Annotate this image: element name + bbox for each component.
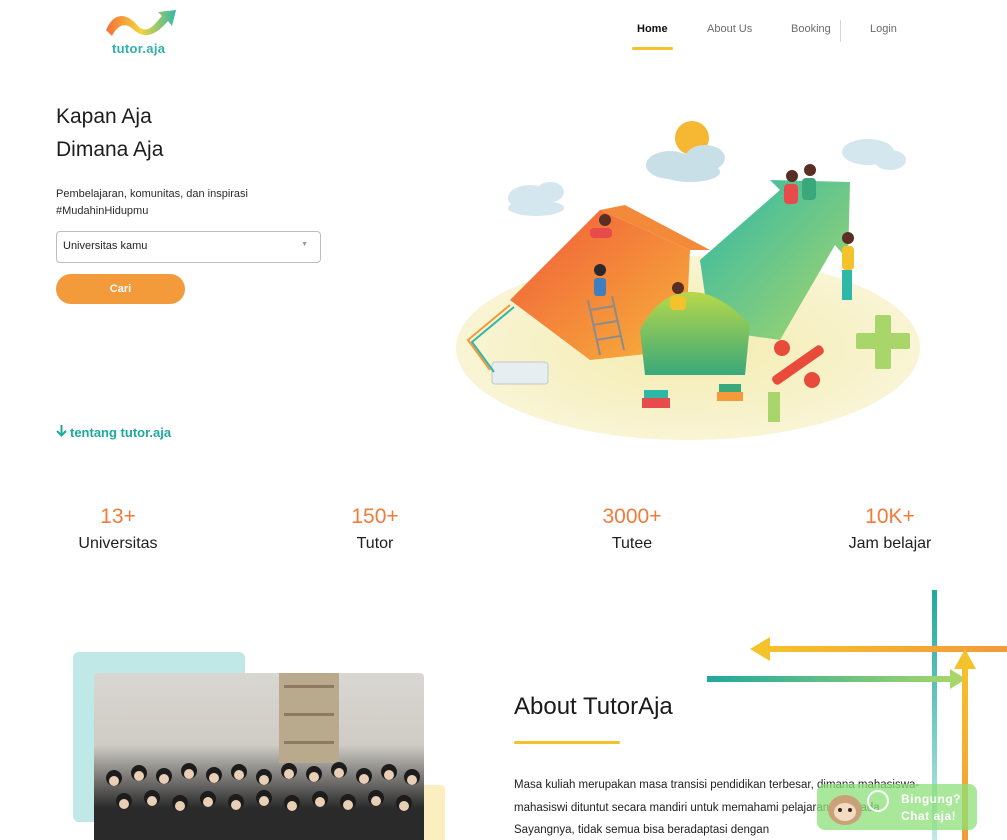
stat-value: 150+ [351,505,399,528]
nav-active-indicator [632,47,673,50]
nav-about-us[interactable]: About Us [707,23,752,35]
university-select-value: Universitas kamu [63,240,148,252]
projector [491,361,549,385]
brand-logo[interactable]: tutor.aja [104,8,180,58]
about-link-label: tentang tutor.aja [70,425,172,440]
chat-whatsapp-button[interactable]: Bingung? Chat aja! [817,784,977,830]
brand-name: tutor.aja [112,41,166,56]
stat-value: 13+ [100,505,136,528]
stat-value: 10K+ [865,505,915,528]
stat-universitas: 13+ Universitas [28,505,208,553]
hero-subtitle-line2: #MudahinHidupmu [56,205,149,217]
logo-arrow-icon [106,10,176,36]
sloth-mascot-icon [828,795,862,825]
stat-label: Jam belajar [848,535,932,552]
nav-login[interactable]: Login [870,23,897,35]
hero-subtitle-line1: Pembelajaran, komunitas, dan inspirasi [56,188,248,200]
hero-illustration [450,110,930,450]
chevron-down-icon: ▼ [301,241,308,248]
about-title-underline [514,741,620,744]
team-photo [94,673,424,840]
hero-title-line1: Kapan Aja [56,105,152,128]
search-button[interactable]: Cari [56,274,185,304]
whatsapp-icon [867,790,889,812]
stat-value: 3000+ [602,505,662,528]
stat-tutor: 150+ Tutor [285,505,465,553]
university-select[interactable]: Universitas kamu ▼ [56,231,321,263]
about-title: About TutorAja [514,693,673,720]
stat-label: Tutor [356,535,394,552]
stat-jam-belajar: 10K+ Jam belajar [800,505,980,553]
stat-label: Tutee [611,535,653,552]
nav-home[interactable]: Home [637,23,668,35]
nav-booking[interactable]: Booking [791,23,831,35]
hero-title-line2: Dimana Aja [56,138,164,161]
about-link[interactable]: tentang tutor.aja [56,425,171,440]
chat-line2: Chat aja! [901,809,957,823]
stat-label: Universitas [78,535,158,552]
nav-divider [840,20,841,42]
stat-tutee: 3000+ Tutee [542,505,722,553]
chat-line1: Bingung? [901,792,961,806]
arrow-down-icon [56,425,67,440]
